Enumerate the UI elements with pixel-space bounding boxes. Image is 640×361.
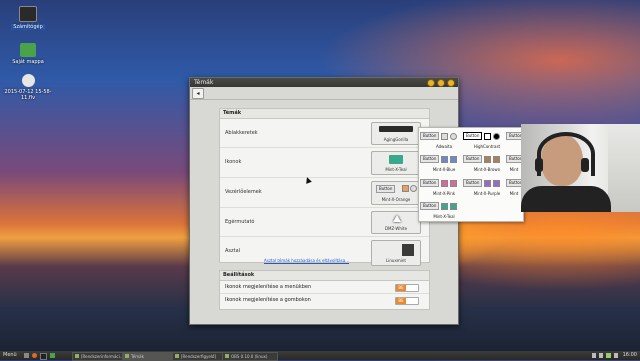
checkbox-preview-icon [441, 155, 449, 163]
setting-row-button-icons: Ikonok megjelenítése a gombokon BE [220, 294, 429, 306]
network-icon[interactable] [592, 353, 596, 358]
radio-preview-icon [493, 132, 501, 140]
radio-preview-icon [410, 185, 417, 192]
taskbar: Menü [Rendszerinformáci... Témák [Rendsz… [0, 351, 640, 361]
mouse-pointer-selector[interactable]: DMZ-White [371, 211, 421, 234]
row-label: Asztal [225, 248, 241, 254]
files-icon[interactable] [50, 353, 55, 358]
preview-button: Button [420, 155, 440, 163]
window-titlebar[interactable]: Témák [190, 78, 458, 87]
home-folder-icon [20, 43, 36, 57]
radio-preview-icon [450, 202, 458, 210]
row-label: Ablakkeretek [225, 130, 258, 136]
preview-button: Button [420, 202, 440, 210]
radio-preview-icon [493, 155, 501, 163]
checkbox-preview-icon [441, 202, 449, 210]
menu-icons-toggle[interactable]: BE [395, 284, 419, 292]
radio-preview-icon [450, 132, 458, 140]
preview-button: Button [376, 185, 396, 193]
quick-launch [24, 353, 55, 360]
themes-section-header: Témák [220, 109, 429, 119]
checkbox-preview-icon [484, 179, 492, 187]
preview-button: Button [463, 179, 483, 187]
window-border-preview-icon [379, 126, 413, 132]
themes-panel: Témák Ablakkeretek AgingGorilla Ikonok M… [219, 108, 430, 266]
minimize-button[interactable] [427, 79, 435, 87]
menu-button[interactable]: Menü [3, 351, 17, 360]
maximize-button[interactable] [437, 79, 445, 87]
window-borders-selector[interactable]: AgingGorilla [371, 122, 421, 145]
system-tray [592, 353, 618, 358]
desktop-preview-icon [402, 244, 414, 256]
back-arrow-icon: ◂ [196, 90, 200, 97]
radio-preview-icon [493, 179, 501, 187]
webcam-overlay [521, 124, 640, 212]
checkbox-preview-icon [484, 155, 492, 163]
desktop-icon-label: Saját mappa [12, 59, 44, 65]
popup-item-mint-x-teal[interactable]: Button Mint-X-Teal [419, 201, 469, 223]
webcam-background [608, 124, 640, 212]
computer-icon [19, 6, 37, 22]
headphone-ear-icon [581, 158, 589, 172]
window-toolbar: ◂ [190, 87, 458, 100]
theme-row-mouse-pointer: Egérmutató DMZ-White [220, 208, 429, 237]
shield-icon[interactable] [614, 353, 618, 358]
row-label: Vezérlőelemek [225, 189, 262, 195]
folder-preview-icon [389, 155, 403, 164]
controls-selector[interactable]: Button Mint-X-Orange [371, 181, 421, 205]
show-desktop-icon[interactable] [24, 353, 29, 358]
desktop-selector[interactable]: Linuxmint [371, 240, 421, 266]
setting-label: Ikonok megjelenítése a gombokon [225, 297, 311, 303]
back-button[interactable]: ◂ [192, 88, 204, 99]
checkbox-preview-icon [441, 179, 449, 187]
setting-row-menu-icons: Ikonok megjelenítése a menükben BE [220, 281, 429, 294]
checkbox-preview-icon [441, 132, 449, 140]
desktop-icon-label: Számítógép [11, 24, 45, 30]
icons-selector[interactable]: Mint-X-Teal [371, 151, 421, 175]
battery-icon[interactable] [606, 353, 611, 358]
clock[interactable]: 16:00 [623, 351, 637, 360]
preview-button: Button [463, 155, 483, 163]
button-icons-toggle[interactable]: BE [395, 297, 419, 305]
preview-button: Button [420, 132, 440, 140]
checkbox-preview-icon [484, 132, 492, 140]
desktop-icon-home[interactable]: Saját mappa [4, 43, 52, 65]
desktop-icon-label: 2015-07-12 15-58-11.flv [4, 89, 52, 101]
settings-panel: Beállítások Ikonok megjelenítése a menük… [219, 270, 430, 310]
radio-preview-icon [450, 155, 458, 163]
preview-button: Button [463, 132, 483, 140]
setting-label: Ikonok megjelenítése a menükben [225, 284, 312, 290]
row-label: Ikonok [225, 159, 242, 165]
theme-row-desktop: Asztal Asztal témák hozzáadása és eltávo… [220, 237, 429, 266]
preview-button: Button [420, 179, 440, 187]
close-button[interactable] [447, 79, 455, 87]
desktop-themes-link[interactable]: Asztal témák hozzáadása és eltávolítása.… [264, 258, 349, 263]
window-title: Témák [194, 79, 214, 86]
theme-row-controls: Vezérlőelemek Button Mint-X-Orange [220, 178, 429, 208]
desktop-icon-video[interactable]: 2015-07-12 15-58-11.flv [4, 74, 52, 101]
desktop-icon-computer[interactable]: Számítógép [4, 6, 52, 30]
theme-row-window-borders: Ablakkeretek AgingGorilla [220, 119, 429, 148]
controls-theme-popup: Button Adwaita Button HighContrast Butto… [418, 127, 526, 223]
headphone-ear-icon [535, 158, 543, 172]
radio-preview-icon [450, 179, 458, 187]
row-label: Egérmutató [225, 219, 255, 225]
settings-section-header: Beállítások [220, 271, 429, 281]
terminal-icon[interactable] [40, 353, 47, 360]
volume-icon[interactable] [599, 353, 603, 358]
checkbox-preview-icon [402, 185, 409, 192]
theme-row-icons: Ikonok Mint-X-Teal [220, 148, 429, 178]
browser-icon[interactable] [32, 353, 37, 358]
webcam-person-body [521, 186, 611, 212]
pointer-preview-icon [393, 215, 401, 222]
video-file-icon [21, 74, 35, 87]
